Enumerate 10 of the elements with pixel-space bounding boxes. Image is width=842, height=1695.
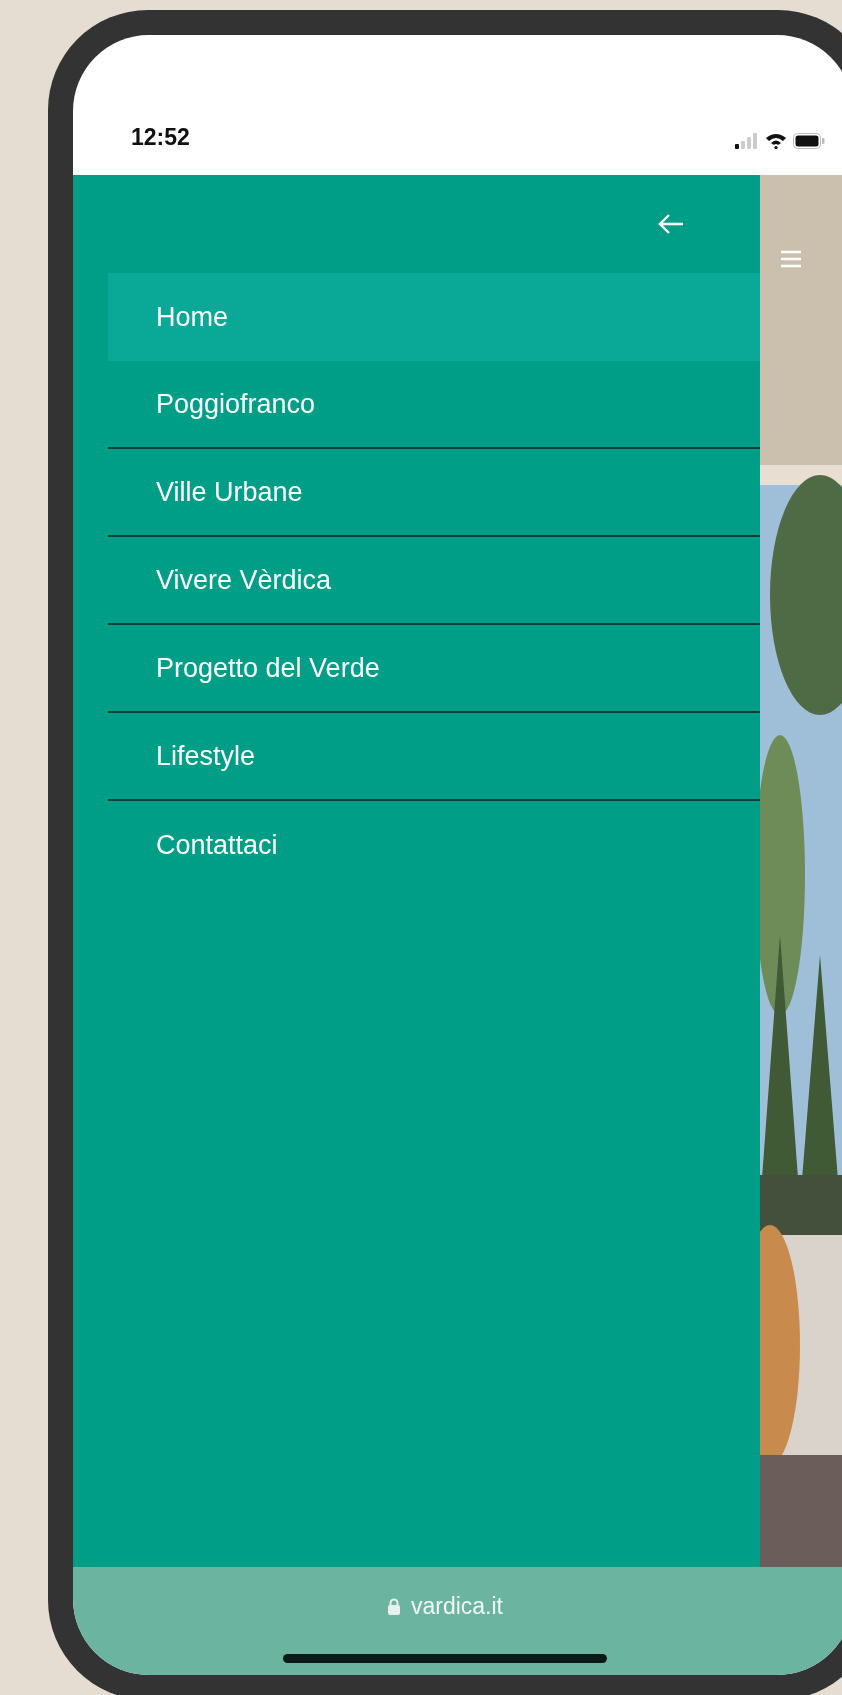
back-arrow-icon	[657, 213, 685, 235]
menu-item[interactable]: Contattaci	[108, 801, 760, 889]
wifi-icon	[765, 133, 787, 149]
menu-icon[interactable]	[780, 250, 802, 268]
lock-icon	[386, 1597, 401, 1615]
status-time: 12:52	[131, 126, 190, 149]
signal-icon	[735, 133, 759, 149]
battery-icon	[793, 133, 825, 149]
url-text[interactable]: vardica.it	[410, 1589, 503, 1624]
menu-item[interactable]: Home	[108, 273, 760, 361]
